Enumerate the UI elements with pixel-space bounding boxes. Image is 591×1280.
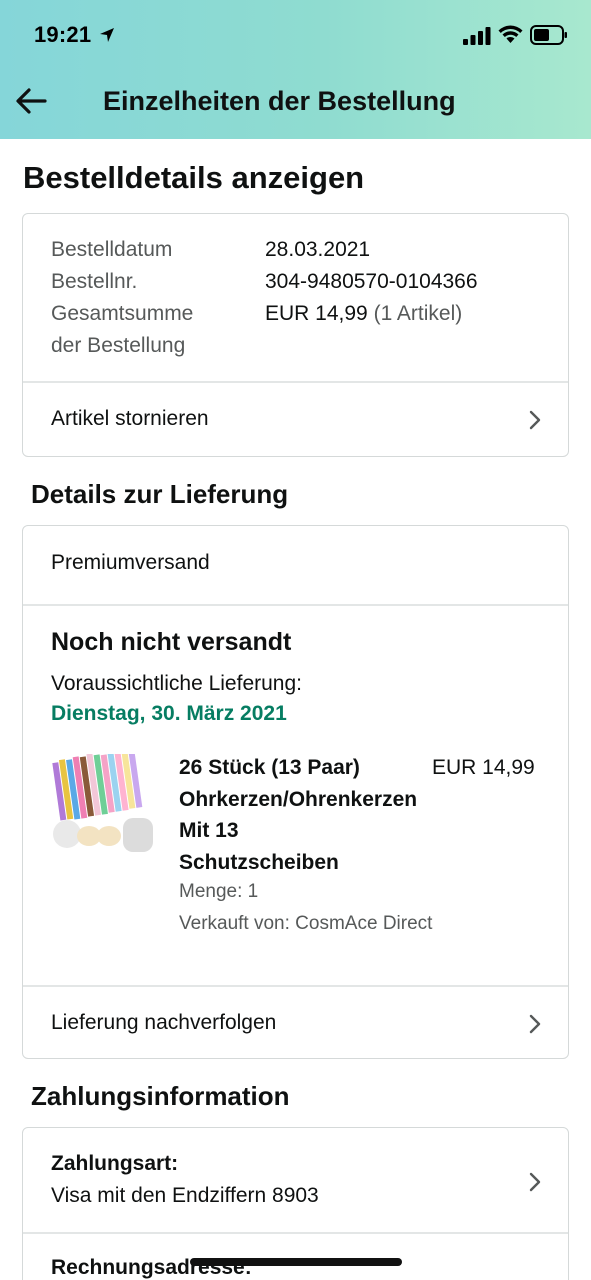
order-total-label-line1: Gesamtsumme: [51, 302, 194, 325]
shipment-status: Noch nicht versandt: [51, 628, 292, 656]
order-number-label: Bestellnr.: [51, 270, 138, 293]
order-total-label: Gesamtsumme der Bestellung: [51, 298, 193, 362]
status-time: 19:21: [34, 22, 92, 47]
delivery-card: Premiumversand Noch nicht versandt Vorau…: [22, 525, 569, 1059]
home-indicator[interactable]: [190, 1258, 402, 1266]
cellular-signal-icon: [463, 27, 491, 45]
order-summary-card: Bestelldatum 28.03.2021 Bestellnr. 304-9…: [22, 213, 569, 457]
product-image[interactable]: [51, 754, 155, 854]
payment-method-row[interactable]: Zahlungsart: Visa mit den Endziffern 890…: [23, 1128, 568, 1232]
cancel-items-row[interactable]: Artikel stornieren: [23, 383, 568, 457]
chevron-right-icon: [529, 1172, 541, 1192]
location-arrow-icon: [100, 28, 114, 42]
order-total-amount: EUR 14,99: [265, 302, 368, 325]
divider: [23, 1232, 568, 1234]
payment-section-title: Zahlungsinformation: [31, 1081, 290, 1111]
cancel-items-label: Artikel stornieren: [51, 407, 209, 430]
page-title: Bestelldetails anzeigen: [23, 160, 365, 195]
delivery-section-title: Details zur Lieferung: [31, 479, 289, 509]
product-price: EUR 14,99: [432, 756, 535, 779]
order-date-value: 28.03.2021: [265, 238, 371, 261]
app-header: 19:21 Einzelheiten der Bestellung: [0, 0, 591, 139]
product-quantity: Menge: 1: [179, 881, 259, 902]
payment-method-value: Visa mit den Endziffern 8903: [51, 1184, 319, 1207]
divider: [23, 604, 568, 606]
page-header-title: Einzelheiten der Bestellung: [103, 86, 456, 116]
order-date-label: Bestelldatum: [51, 238, 173, 261]
chevron-right-icon: [529, 1014, 541, 1034]
payment-method-label: Zahlungsart:: [51, 1152, 179, 1175]
wifi-icon: [498, 25, 523, 43]
product-title-line4: Schutzscheiben: [179, 850, 339, 874]
order-item-count: (1 Artikel): [373, 302, 463, 325]
order-total-value: EUR 14,99 (1 Artikel): [265, 298, 462, 330]
battery-icon: [530, 25, 567, 45]
expected-delivery-date: Dienstag, 30. März 2021: [51, 702, 287, 725]
back-arrow-icon[interactable]: [14, 86, 48, 116]
chevron-right-icon: [529, 410, 541, 430]
product-title-line3: Mit 13: [179, 819, 239, 842]
product-seller: Verkauft von: CosmAce Direct: [179, 913, 433, 934]
track-delivery-label: Lieferung nachverfolgen: [51, 1011, 277, 1034]
track-delivery-row[interactable]: Lieferung nachverfolgen: [23, 987, 568, 1059]
product-title-line1: 26 Stück (13 Paar): [179, 756, 360, 779]
order-number-value: 304-9480570-0104366: [265, 270, 478, 293]
product-title-line2: Ohrkerzen/Ohrenkerzen: [179, 787, 418, 811]
product-title[interactable]: 26 Stück (13 Paar) Ohrkerzen/Ohrenkerzen…: [179, 752, 418, 878]
shipping-method: Premiumversand: [51, 551, 210, 574]
expected-delivery-label: Voraussichtliche Lieferung:: [51, 672, 302, 695]
order-total-label-line2: der Bestellung: [51, 334, 186, 357]
